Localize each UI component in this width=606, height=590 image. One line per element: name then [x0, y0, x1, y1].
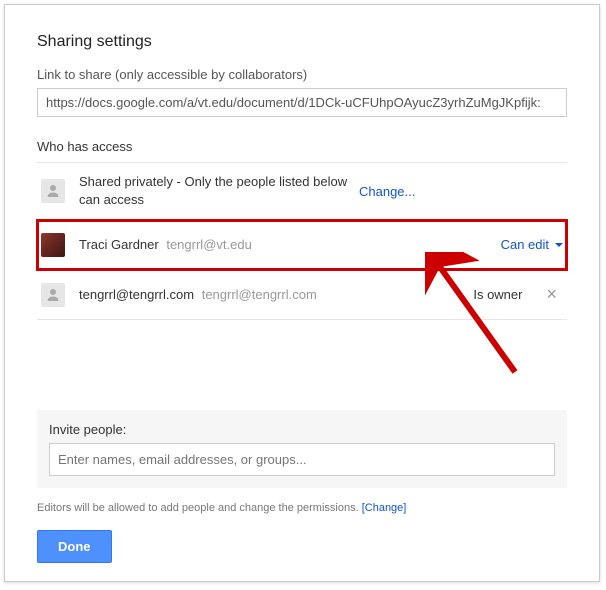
access-list: Shared privately - Only the people liste…: [37, 162, 567, 320]
sharing-settings-dialog: Sharing settings Link to share (only acc…: [4, 4, 600, 582]
user-info: tengrrl@tengrrl.com tengrrl@tengrrl.com: [79, 286, 473, 304]
remove-user-button[interactable]: ×: [540, 284, 563, 305]
change-editor-permission-link[interactable]: [Change]: [362, 502, 407, 514]
permission-label: Can edit: [501, 237, 549, 252]
user-email: tengrrl@tengrrl.com: [202, 287, 317, 302]
who-has-access-label: Who has access: [37, 139, 567, 154]
link-to-share-input[interactable]: [37, 88, 567, 117]
user-info: Traci Gardner tengrrl@vt.edu: [79, 236, 501, 254]
permission-dropdown[interactable]: Can edit: [501, 237, 563, 252]
user-row-traci: Traci Gardner tengrrl@vt.edu Can edit: [37, 220, 567, 270]
privacy-row: Shared privately - Only the people liste…: [37, 163, 567, 220]
link-to-share-label: Link to share (only accessible by collab…: [37, 67, 567, 82]
invite-section: Invite people:: [37, 410, 567, 488]
user-email: tengrrl@vt.edu: [166, 237, 251, 252]
privacy-icon: [41, 179, 65, 203]
user-row-owner: tengrrl@tengrrl.com tengrrl@tengrrl.com …: [37, 270, 567, 320]
privacy-text: Shared privately - Only the people liste…: [79, 173, 359, 209]
dialog-title: Sharing settings: [37, 33, 567, 51]
owner-status: Is owner: [473, 287, 522, 302]
user-name: tengrrl@tengrrl.com: [79, 287, 194, 302]
done-button[interactable]: Done: [37, 530, 112, 563]
invite-input[interactable]: [49, 443, 555, 476]
invite-label: Invite people:: [49, 422, 555, 437]
change-privacy-link[interactable]: Change...: [359, 184, 415, 199]
note-text: Editors will be allowed to add people an…: [37, 502, 362, 514]
editors-permission-note: Editors will be allowed to add people an…: [37, 502, 567, 514]
avatar: [41, 233, 65, 257]
chevron-down-icon: [555, 243, 563, 247]
user-name: Traci Gardner: [79, 237, 159, 252]
avatar: [41, 283, 65, 307]
